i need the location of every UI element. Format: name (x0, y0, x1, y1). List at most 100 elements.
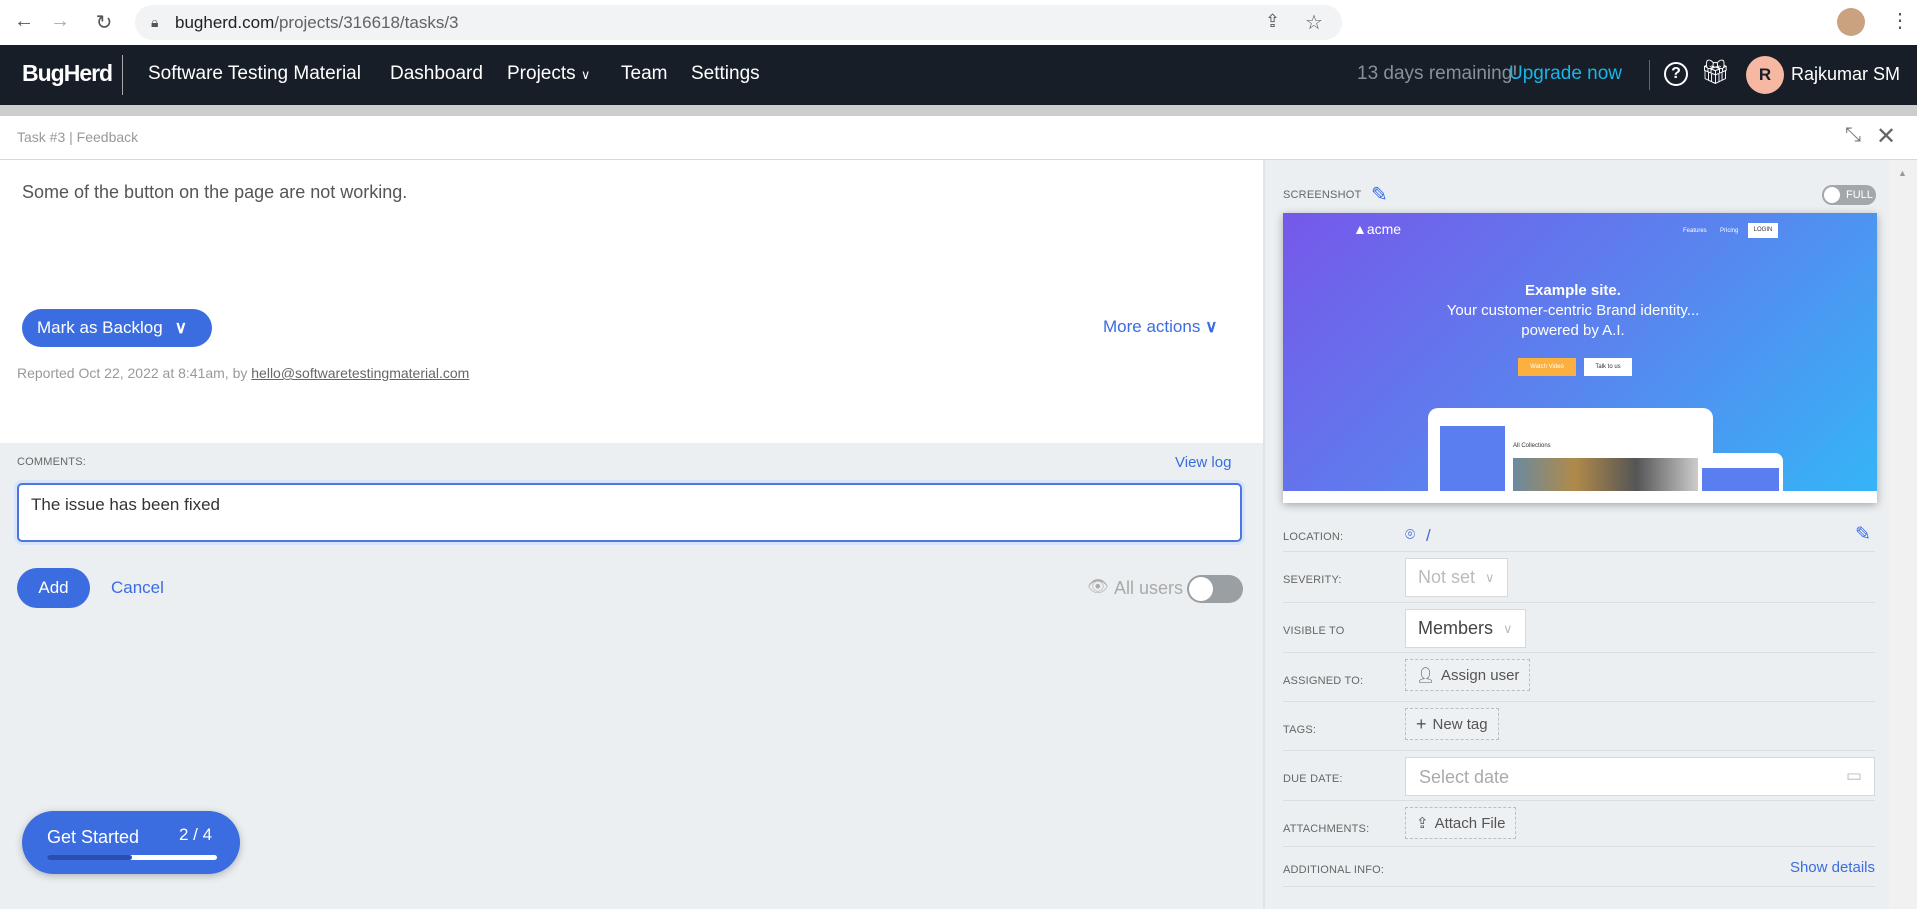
chevron-down-icon: ∨ (1485, 569, 1495, 585)
chevron-down-icon: ∨ (1503, 620, 1513, 636)
visible-to-label: VISIBLE TO (1283, 625, 1345, 637)
browser-toolbar: ← → ↻ 🔒︎ bugherd.com/projects/316618/tas… (0, 0, 1917, 45)
nav-dashboard[interactable]: Dashboard (390, 63, 483, 85)
share-icon[interactable]: ⇪ (1265, 11, 1280, 32)
visibility-label: All users (1114, 578, 1184, 598)
star-icon[interactable]: ☆ (1305, 10, 1323, 35)
reporter-link[interactable]: hello@softwaretestingmaterial.com (251, 365, 469, 381)
preview-button: Watch Video (1518, 358, 1576, 376)
task-details: Some of the button on the page are not w… (0, 160, 1263, 443)
preview-link: Pricing (1720, 228, 1739, 234)
chevron-down-icon: ∨ (174, 318, 188, 337)
gift-icon[interactable]: 🎁︎ (1700, 58, 1730, 87)
profile-avatar[interactable] (1837, 8, 1865, 36)
top-nav: BugHerd Software Testing Material Dashbo… (0, 45, 1917, 105)
due-date-input[interactable]: Select date ▭ (1405, 757, 1875, 796)
full-toggle[interactable]: FULL (1822, 185, 1876, 205)
divider (0, 105, 1917, 116)
visible-to-dropdown[interactable]: Members ∨ (1405, 609, 1526, 648)
chevron-down-icon: ∨ (1205, 317, 1218, 336)
additional-info-row: ADDITIONAL INFO: Show details (1283, 847, 1875, 887)
comment-text: The issue has been fixed (31, 495, 221, 514)
severity-label: SEVERITY: (1283, 574, 1342, 586)
status-dropdown[interactable]: Mark as Backlog ∨ (22, 309, 212, 347)
cancel-button[interactable]: Cancel (111, 578, 164, 598)
view-log-link[interactable]: View log (1175, 454, 1231, 471)
location-value[interactable]: / (1426, 526, 1431, 546)
org-name[interactable]: Software Testing Material (148, 63, 361, 85)
edit-icon[interactable]: ✎ (1371, 182, 1388, 207)
add-button[interactable]: Add (17, 568, 90, 608)
assign-user-button[interactable]: 👤︎ Assign user (1405, 659, 1531, 691)
lock-icon: 🔒︎ (151, 14, 159, 30)
divider (1649, 60, 1650, 90)
location-pin-icon: ⌾ (1405, 525, 1416, 544)
preview-device: All Collections (1428, 408, 1713, 503)
reported-info: Reported Oct 22, 2022 at 8:41am, by hell… (17, 365, 470, 381)
help-icon[interactable]: ? (1664, 62, 1688, 86)
assigned-row: ASSIGNED TO: 👤︎ Assign user (1283, 653, 1875, 702)
address-bar[interactable]: 🔒︎ bugherd.com/projects/316618/tasks/3 ⇪… (135, 5, 1342, 40)
logo[interactable]: BugHerd (22, 60, 113, 87)
task-header: Task #3 | Feedback ⤡ ✕ (0, 116, 1917, 160)
due-date-label: DUE DATE: (1283, 773, 1343, 785)
nav-settings[interactable]: Settings (691, 63, 760, 85)
severity-row: SEVERITY: Not set ∨ (1283, 552, 1875, 603)
task-sidebar: SCREENSHOT ✎ FULL ▲acme Features Pricing… (1263, 160, 1889, 909)
severity-dropdown[interactable]: Not set ∨ (1405, 558, 1508, 597)
show-details-link[interactable]: Show details (1790, 859, 1875, 876)
get-started-widget[interactable]: Get Started 2 / 4 (22, 811, 240, 874)
attachments-label: ATTACHMENTS: (1283, 823, 1370, 835)
task-description: Some of the button on the page are not w… (22, 182, 408, 202)
menu-icon[interactable]: ⋮ (1890, 8, 1910, 33)
new-tag-button[interactable]: + New tag (1405, 708, 1499, 740)
upgrade-link[interactable]: Upgrade now (1509, 63, 1622, 85)
preview-hero: Example site. Your customer-centric Brand… (1446, 282, 1700, 339)
reload-icon[interactable]: ↻ (92, 10, 116, 35)
more-actions-button[interactable]: More actions ∨ (1103, 317, 1218, 337)
preview-button: Talk to us (1584, 358, 1632, 376)
user-name[interactable]: Rajkumar SM (1791, 64, 1900, 85)
assigned-label: ASSIGNED TO: (1283, 675, 1364, 687)
plus-icon: + (1416, 713, 1427, 734)
collapse-icon[interactable]: ⤡ (1845, 124, 1861, 147)
due-date-placeholder: Select date (1419, 767, 1510, 787)
get-started-label: Get Started (47, 827, 140, 847)
location-label: LOCATION: (1283, 531, 1344, 543)
tags-label: TAGS: (1283, 724, 1317, 736)
url-text: bugherd.com/projects/316618/tasks/3 (175, 13, 459, 32)
divider (122, 55, 123, 95)
upload-icon: ⇪ (1416, 815, 1429, 832)
back-icon[interactable]: ← (12, 10, 36, 33)
avatar[interactable]: R (1746, 56, 1784, 94)
forward-icon[interactable]: → (48, 10, 72, 33)
scrollbar[interactable]: ▲ (1889, 160, 1917, 909)
calendar-icon[interactable]: ▭ (1846, 766, 1862, 786)
eye-icon: 👁︎ (1087, 577, 1109, 596)
attach-file-button[interactable]: ⇪ Attach File (1405, 807, 1517, 839)
comments-label: COMMENTS: (17, 456, 87, 468)
preview-logo: ▲acme (1353, 221, 1402, 237)
visibility-toggle[interactable] (1187, 575, 1243, 603)
due-date-row: DUE DATE: Select date ▭ (1283, 751, 1875, 801)
additional-info-label: ADDITIONAL INFO: (1283, 864, 1385, 876)
visible-to-row: VISIBLE TO Members ∨ (1283, 603, 1875, 653)
nav-team[interactable]: Team (621, 63, 667, 85)
close-icon[interactable]: ✕ (1876, 122, 1896, 151)
progress-bar (47, 855, 217, 860)
add-user-icon: 👤︎ (1416, 667, 1436, 684)
attachments-row: ATTACHMENTS: ⇪ Attach File (1283, 801, 1875, 847)
task-title: Task #3 | Feedback (17, 129, 139, 145)
progress-text: 2 / 4 (179, 825, 213, 844)
chevron-down-icon: ∨ (580, 67, 591, 82)
preview-login: LOGIN (1748, 223, 1778, 238)
comments-section: COMMENTS: View log The issue has been fi… (0, 443, 1263, 909)
edit-location-icon[interactable]: ✎ (1855, 523, 1871, 546)
location-row: LOCATION: ⌾ / ✎ (1283, 509, 1875, 552)
nav-projects[interactable]: Projects ∨ (507, 63, 590, 85)
screenshot-preview[interactable]: ▲acme Features Pricing LOGIN Example sit… (1283, 213, 1877, 503)
trial-text: 13 days remaining! (1357, 63, 1518, 84)
status-label: Mark as Backlog (37, 318, 163, 337)
comment-input[interactable]: The issue has been fixed (17, 483, 1242, 542)
preview-link: Features (1683, 228, 1707, 234)
